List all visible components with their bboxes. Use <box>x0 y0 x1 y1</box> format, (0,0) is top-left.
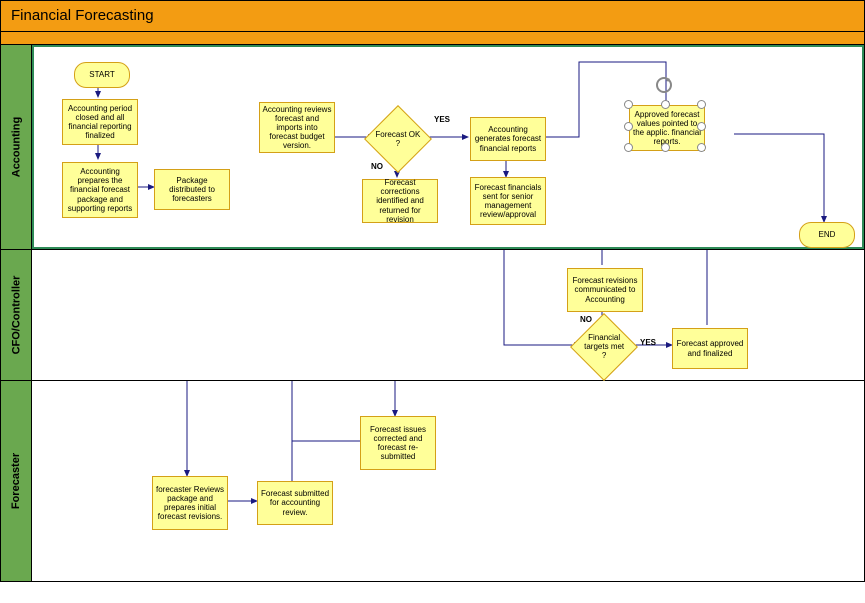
box-distribute: Package distributed to forecasters <box>154 169 230 210</box>
lane-cfo: CFO/Controller Forecast revisions commun… <box>1 250 864 381</box>
box-sent-mgmt: Forecast financials sent for senior mana… <box>470 177 546 225</box>
box-issues-corrected: Forecast issues corrected and forecast r… <box>360 416 436 470</box>
lane-accounting: Accounting STAR <box>1 45 864 250</box>
lanes: Accounting STAR <box>0 45 865 582</box>
header-bar <box>0 32 865 45</box>
resize-handle[interactable] <box>661 100 670 109</box>
resize-handle[interactable] <box>624 100 633 109</box>
box-forecaster-reviews: forecaster Reviews package and prepares … <box>152 476 228 530</box>
resize-handle[interactable] <box>697 100 706 109</box>
resize-handle[interactable] <box>624 122 633 131</box>
box-period-closed: Accounting period closed and all financi… <box>62 99 138 145</box>
start-node: START <box>74 62 130 88</box>
lane-label-cfo: CFO/Controller <box>1 250 32 380</box>
box-review-import: Accounting reviews forecast and imports … <box>259 102 335 153</box>
end-node: END <box>799 222 855 248</box>
diagram-title: Financial Forecasting <box>0 0 865 32</box>
resize-handle[interactable] <box>661 143 670 152</box>
lane-label-accounting: Accounting <box>1 45 32 249</box>
box-revisions-comm: Forecast revisions communicated to Accou… <box>567 268 643 312</box>
arrows-accounting <box>34 47 865 247</box>
resize-handle[interactable] <box>697 143 706 152</box>
box-prepare-package: Accounting prepares the financial foreca… <box>62 162 138 218</box>
resize-handle[interactable] <box>624 143 633 152</box>
label-no-2: NO <box>580 315 592 324</box>
rotate-icon[interactable] <box>654 75 674 95</box>
box-approved-final: Forecast approved and finalized <box>672 328 748 369</box>
selected-node[interactable]: Approved forecast values pointed to the … <box>629 105 704 150</box>
box-gen-reports: Accounting generates forecast financial … <box>470 117 546 161</box>
resize-handle[interactable] <box>697 122 706 131</box>
box-corrections: Forecast corrections identified and retu… <box>362 179 438 223</box>
label-yes-1: YES <box>434 115 450 124</box>
box-submitted: Forecast submitted for accounting review… <box>257 481 333 525</box>
lane-forecaster: Forecaster forecaster Reviews package an… <box>1 381 864 581</box>
swimlane-diagram: Financial Forecasting Accounting <box>0 0 865 603</box>
label-no-1: NO <box>371 162 383 171</box>
lane-label-forecaster: Forecaster <box>1 381 32 581</box>
label-yes-2: YES <box>640 338 656 347</box>
